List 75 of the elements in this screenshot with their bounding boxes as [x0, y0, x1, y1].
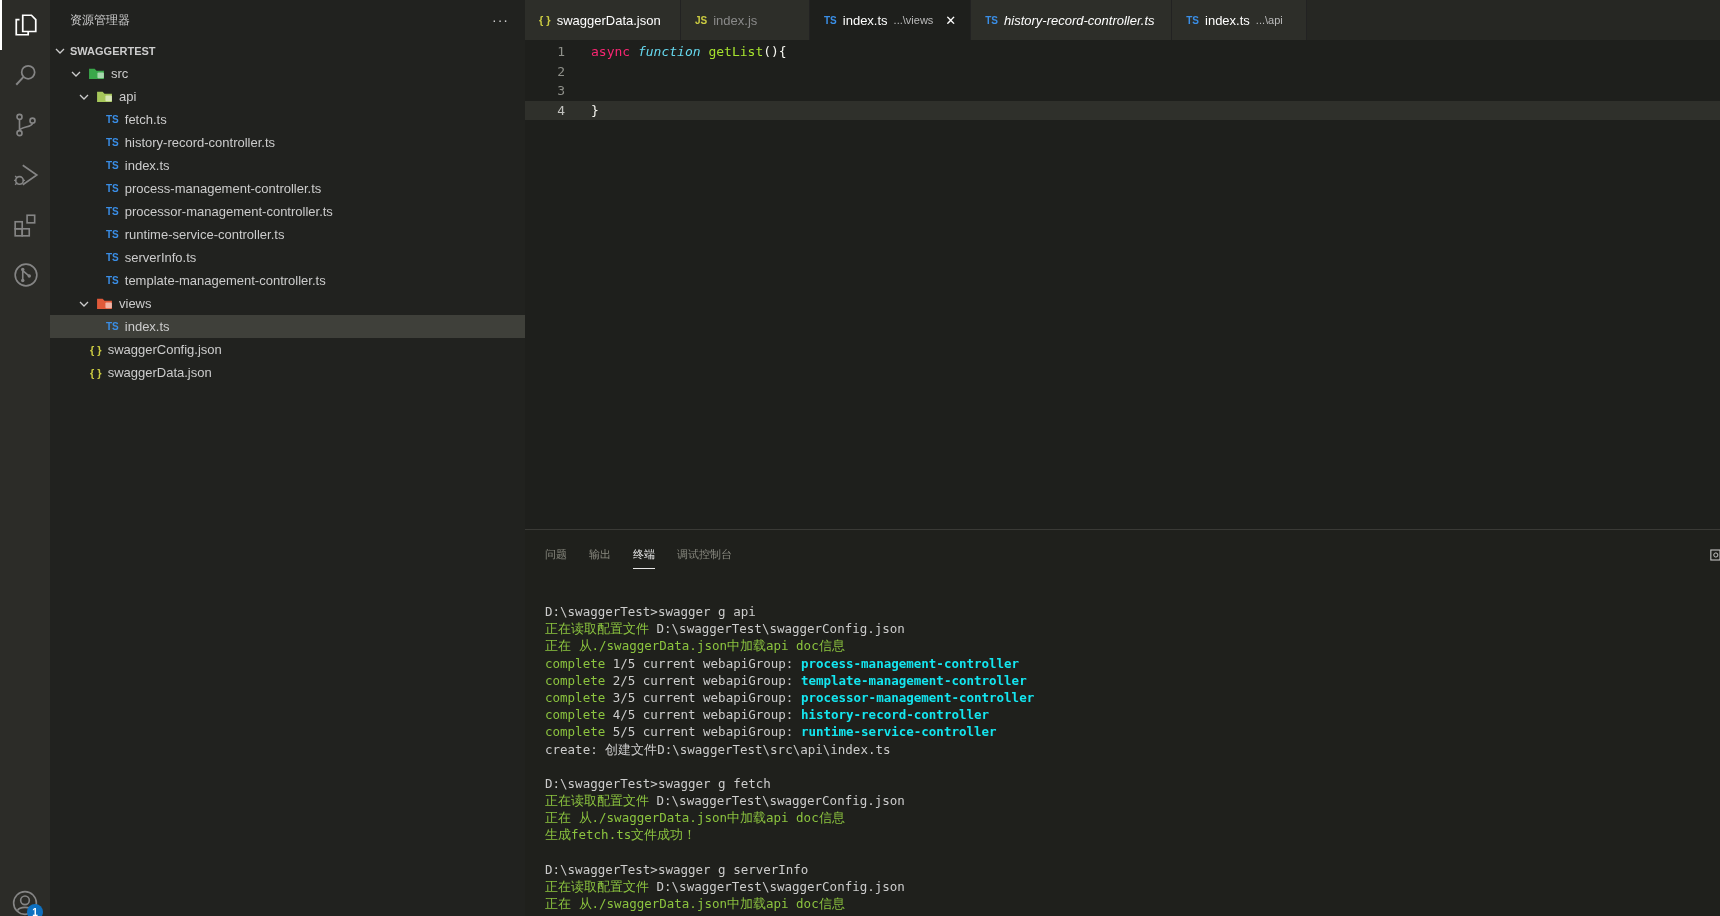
json-file-icon: { } [90, 366, 102, 379]
typescript-file-icon: TS [106, 275, 119, 286]
branch-icon[interactable] [13, 112, 39, 138]
run-debug-icon[interactable] [13, 162, 39, 188]
typescript-file-icon: TS [106, 137, 119, 148]
terminal-line: create: 创建文件D:\swaggerTest\src\api\index.ts [545, 740, 891, 758]
tree-item[interactable]: src [50, 62, 525, 85]
tree-item[interactable]: TS index.ts [50, 315, 525, 338]
editor-tab[interactable]: JS index.js [681, 0, 810, 40]
editor-tab[interactable]: TS index.ts ...\api [1172, 0, 1308, 40]
terminal-line: complete 4/5 current webapiGroup: history-record-controller [545, 706, 990, 724]
tree-item[interactable]: TS process-management-controller.ts [50, 177, 525, 200]
typescript-file-icon: TS [1186, 14, 1199, 26]
layout-icon[interactable] [1710, 548, 1720, 562]
terminal-line: 正在 从./swaggerData.json中加载api doc信息 [545, 895, 845, 913]
terminal-line: 正在读取配置文件 D:\swaggerTest\swaggerConfig.json [545, 878, 905, 896]
editor-tab[interactable]: TS index.ts ...\views ✕ [810, 0, 972, 40]
terminal-line: 正在 从./swaggerData.json中加载api doc信息 [545, 637, 845, 655]
typescript-file-icon: TS [106, 183, 119, 194]
tree-item[interactable]: TS processor-management-controller.ts [50, 200, 525, 223]
editor-tab[interactable]: { } swaggerData.json [525, 0, 681, 40]
terminal-line: 正在读取配置文件 D:\swaggerTest\swaggerConfig.json [545, 620, 905, 638]
typescript-file-icon: TS [106, 252, 119, 263]
terminal-line: complete 3/5 current webapiGroup: processor-management-controller [545, 688, 1035, 707]
json-file-icon: { } [539, 14, 551, 26]
line-number: 4 [556, 102, 566, 118]
tree-item[interactable]: TS runtime-service-controller.ts [50, 223, 525, 246]
line-number: 3 [556, 83, 566, 99]
terminal-line: 生成fetch.ts文件成功！ [545, 826, 697, 844]
terminal-line: 正在 从./swaggerData.json中加载api doc信息 [545, 809, 845, 827]
tree-item[interactable]: { } swaggerConfig.json [50, 338, 525, 361]
editor-tab[interactable]: TS history-record-controller.ts [971, 0, 1173, 40]
json-file-icon: { } [90, 343, 102, 356]
typescript-file-icon: TS [985, 14, 998, 26]
typescript-file-icon: TS [106, 321, 119, 332]
close-button[interactable]: ✕ [945, 12, 957, 28]
code-line: } [591, 102, 599, 118]
terminal-line: 正在读取配置文件 D:\swaggerTest\swaggerConfig.json [545, 792, 905, 810]
tree-item[interactable]: TS fetch.ts [50, 108, 525, 131]
terminal-line: D:\swaggerTest>swagger g serverInfo [545, 860, 809, 878]
code-line: async function getList(){ [591, 44, 787, 60]
terminal-line: complete 2/5 current webapiGroup: template-management-controller [545, 671, 1027, 689]
panel-tab[interactable]: 调试控制台 [677, 541, 732, 569]
typescript-file-icon: TS [106, 206, 119, 217]
terminal-line: complete 5/5 current webapiGroup: runtime-service-controller [545, 723, 997, 741]
javascript-file-icon: JS [695, 14, 708, 26]
git-graph-icon[interactable] [13, 262, 39, 288]
terminal-line: D:\swaggerTest>swagger g fetch [545, 774, 771, 793]
folder-icon [88, 67, 105, 80]
terminal-line: complete 1/5 current webapiGroup: process-management-controller [545, 654, 1020, 672]
tree-item[interactable]: api [50, 85, 525, 108]
section-header[interactable]: SWAGGERTEST [50, 40, 525, 62]
tree-item[interactable]: TS history-record-controller.ts [50, 131, 525, 154]
account-icon[interactable] [12, 890, 38, 916]
tree-item[interactable]: views [50, 292, 525, 315]
folder-icon [96, 90, 113, 103]
line-number: 1 [556, 44, 566, 60]
files-icon[interactable] [13, 12, 39, 38]
line-number: 2 [556, 63, 566, 79]
typescript-file-icon: TS [106, 114, 119, 125]
tree-item[interactable]: TS serverInfo.ts [50, 246, 525, 269]
typescript-file-icon: TS [824, 14, 837, 26]
typescript-file-icon: TS [106, 160, 119, 171]
typescript-file-icon: TS [106, 229, 119, 240]
more-actions-button[interactable]: ··· [488, 12, 513, 28]
terminal-line: D:\swaggerTest>swagger g api [545, 603, 756, 621]
notification-badge: 1 [27, 904, 43, 916]
tree-item[interactable]: { } swaggerData.json [50, 361, 525, 384]
panel-tab[interactable]: 输出 [589, 541, 611, 569]
tree-item[interactable]: TS index.ts [50, 154, 525, 177]
panel-tab[interactable]: 终端 [633, 541, 655, 569]
panel-tab[interactable]: 问题 [545, 541, 567, 569]
sidebar-title: 资源管理器 [70, 11, 130, 29]
tree-item[interactable]: TS template-management-controller.ts [50, 269, 525, 292]
folder-icon [96, 297, 113, 310]
